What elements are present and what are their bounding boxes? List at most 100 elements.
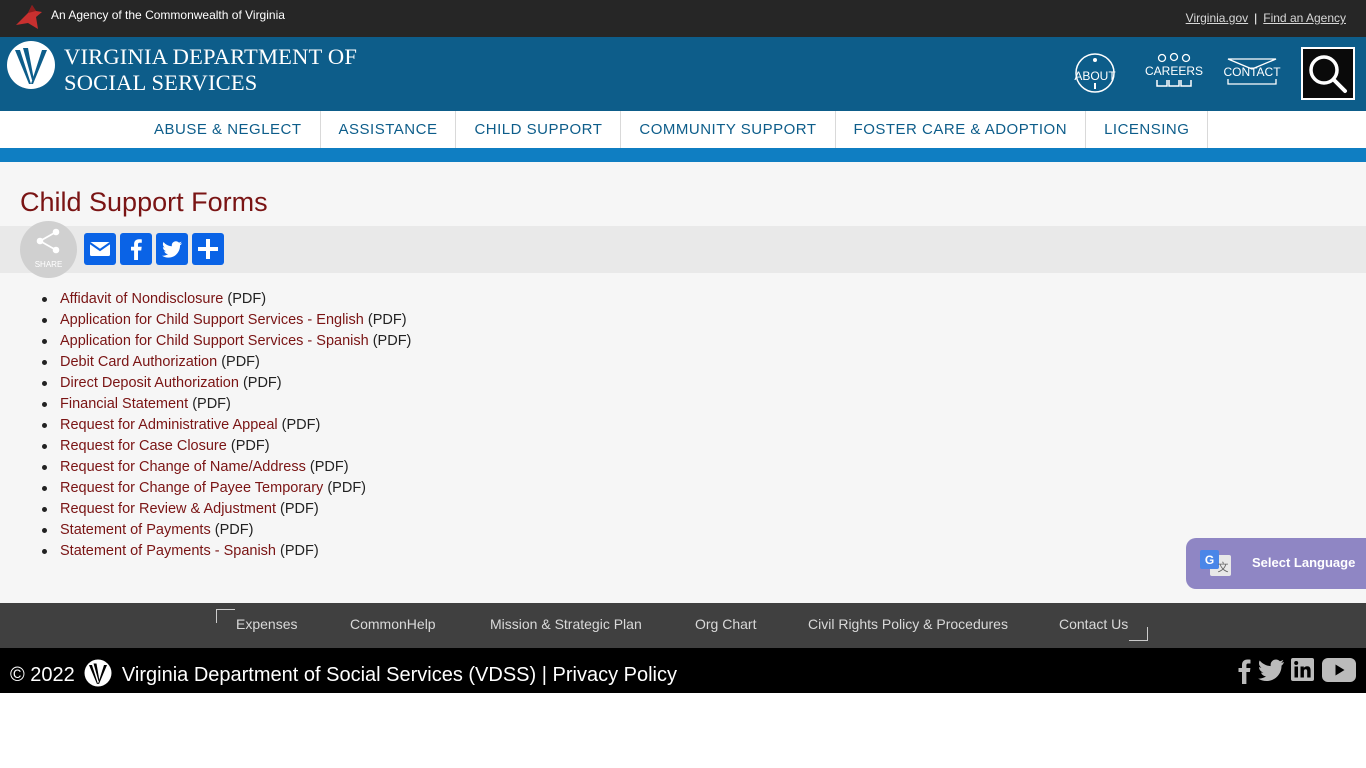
facebook-social-link[interactable] xyxy=(1236,658,1254,689)
main-content: Child Support Forms SHARE Affidavit of N… xyxy=(0,162,1366,603)
list-item: Request for Administrative Appeal (PDF) xyxy=(41,415,411,436)
agency-link-separator: | xyxy=(1254,11,1258,25)
footer-corner-decoration xyxy=(216,609,235,623)
form-link[interactable]: Application for Child Support Services -… xyxy=(60,312,364,328)
agency-text: An Agency of the Commonwealth of Virgini… xyxy=(51,8,285,22)
site-title-line2: SOCIAL SERVICES xyxy=(64,70,258,95)
linkedin-social-link[interactable] xyxy=(1291,658,1314,686)
privacy-policy-link[interactable]: Privacy Policy xyxy=(553,664,677,686)
share-toggle[interactable]: SHARE xyxy=(20,221,77,278)
nav-link-child-support[interactable]: CHILD SUPPORT xyxy=(474,121,602,138)
form-link[interactable]: Request for Change of Name/Address xyxy=(60,459,306,475)
footer-link-contact-us[interactable]: Contact Us xyxy=(1059,616,1128,632)
agency-name: Virginia Department of Social Services (… xyxy=(121,664,537,686)
twitter-icon xyxy=(162,241,182,258)
list-item: Affidavit of Nondisclosure (PDF) xyxy=(41,289,411,310)
file-type: (PDF) xyxy=(280,501,319,517)
search-button[interactable] xyxy=(1301,47,1355,100)
list-item: Direct Deposit Authorization (PDF) xyxy=(41,373,411,394)
form-link[interactable]: Request for Review & Adjustment xyxy=(60,501,276,517)
find-agency-link[interactable]: Find an Agency xyxy=(1263,11,1346,25)
search-icon xyxy=(1309,55,1347,93)
list-item: Statement of Payments - Spanish (PDF) xyxy=(41,541,411,562)
svg-text:文: 文 xyxy=(1218,560,1229,574)
nav-link-community-support[interactable]: COMMUNITY SUPPORT xyxy=(639,121,816,138)
file-type: (PDF) xyxy=(242,375,282,391)
linkedin-icon xyxy=(1291,658,1314,681)
facebook-icon xyxy=(131,239,142,260)
form-link[interactable]: Application for Child Support Services -… xyxy=(60,333,369,349)
form-link[interactable]: Statement of Payments - Spanish xyxy=(60,543,276,559)
form-link[interactable]: Debit Card Authorization xyxy=(60,354,217,370)
footer-link-civil-rights[interactable]: Civil Rights Policy & Procedures xyxy=(808,616,1008,632)
copyright-text: © 2022 Virginia Department of Social Ser… xyxy=(10,659,677,687)
main-navigation: ABUSE & NEGLECT ASSISTANCE CHILD SUPPORT… xyxy=(0,111,1366,148)
google-translate-icon: G 文 xyxy=(1200,550,1231,576)
file-type: (PDF) xyxy=(281,417,321,433)
list-item: Request for Case Closure (PDF) xyxy=(41,436,411,457)
list-item: Debit Card Authorization (PDF) xyxy=(41,352,411,373)
agency-links: Virginia.gov | Find an Agency xyxy=(1186,11,1346,25)
form-link[interactable]: Request for Change of Payee Temporary xyxy=(60,480,323,496)
nav-item-abuse-neglect[interactable]: ABUSE & NEGLECT xyxy=(136,111,321,148)
virginia-gov-link[interactable]: Virginia.gov xyxy=(1186,11,1248,25)
nav-link-foster-care-adoption[interactable]: FOSTER CARE & ADOPTION xyxy=(854,121,1068,138)
agency-bar: An Agency of the Commonwealth of Virgini… xyxy=(0,0,1366,37)
form-link[interactable]: Statement of Payments xyxy=(60,522,211,538)
nav-item-child-support[interactable]: CHILD SUPPORT xyxy=(456,111,622,148)
form-link[interactable]: Request for Administrative Appeal xyxy=(60,417,278,433)
list-item: Application for Child Support Services -… xyxy=(41,331,412,352)
site-header: VIRGINIA DEPARTMENT OF SOCIAL SERVICES A… xyxy=(0,37,1366,111)
form-link[interactable]: Direct Deposit Authorization xyxy=(60,375,239,391)
share-facebook-button[interactable] xyxy=(120,233,152,265)
share-label: SHARE xyxy=(34,260,63,269)
site-title[interactable]: VIRGINIA DEPARTMENT OF SOCIAL SERVICES xyxy=(64,44,357,96)
list-item: Application for Child Support Services -… xyxy=(41,310,411,331)
youtube-social-link[interactable] xyxy=(1322,658,1356,687)
cardinal-logo-icon xyxy=(16,5,42,29)
list-item: Statement of Payments (PDF) xyxy=(41,520,411,541)
twitter-social-link[interactable] xyxy=(1258,658,1285,687)
share-email-button[interactable] xyxy=(84,233,116,265)
list-item: Request for Change of Name/Address (PDF) xyxy=(41,457,411,478)
nav-link-assistance[interactable]: ASSISTANCE xyxy=(339,121,438,138)
footer-link-expenses[interactable]: Expenses xyxy=(236,616,297,632)
file-type: (PDF) xyxy=(327,480,367,496)
footer-link-mission[interactable]: Mission & Strategic Plan xyxy=(490,616,642,632)
form-link[interactable]: Request for Case Closure xyxy=(60,438,227,454)
file-type: (PDF) xyxy=(280,543,319,559)
share-twitter-button[interactable] xyxy=(156,233,188,265)
file-type: (PDF) xyxy=(214,522,254,538)
select-language-widget[interactable]: G 文 Select Language xyxy=(1186,538,1366,589)
footer-link-org-chart[interactable]: Org Chart xyxy=(695,616,756,632)
nav-item-assistance[interactable]: ASSISTANCE xyxy=(321,111,457,148)
file-type: (PDF) xyxy=(227,291,267,307)
page-title: Child Support Forms xyxy=(20,187,268,217)
copyright-year: © 2022 xyxy=(10,664,75,686)
nav-item-foster-care-adoption[interactable]: FOSTER CARE & ADOPTION xyxy=(836,111,1087,148)
list-item: Request for Review & Adjustment (PDF) xyxy=(41,499,411,520)
form-link[interactable]: Financial Statement xyxy=(60,396,188,412)
form-link[interactable]: Affidavit of Nondisclosure xyxy=(60,291,223,307)
contact-label: CONTACT xyxy=(1223,65,1281,79)
share-more-button[interactable] xyxy=(192,233,224,265)
share-icon xyxy=(36,228,60,254)
contact-link[interactable]: CONTACT xyxy=(1221,58,1283,85)
youtube-icon xyxy=(1322,658,1356,682)
forms-list: Affidavit of Nondisclosure (PDF) Applica… xyxy=(41,289,412,562)
svg-text:G: G xyxy=(1205,553,1214,567)
file-type: (PDF) xyxy=(192,396,231,412)
copyright-pipe: | xyxy=(541,664,547,686)
nav-item-community-support[interactable]: COMMUNITY SUPPORT xyxy=(621,111,836,148)
careers-link[interactable]: CAREERS xyxy=(1144,52,1204,87)
vdss-logo-icon[interactable] xyxy=(6,40,56,90)
file-type: (PDF) xyxy=(372,333,412,349)
plus-icon xyxy=(198,239,218,259)
about-label: ABOUT xyxy=(1074,69,1116,83)
list-item: Request for Change of Payee Temporary (P… xyxy=(41,478,411,499)
nav-item-licensing[interactable]: LICENSING xyxy=(1086,111,1209,148)
about-link[interactable]: ABOUT xyxy=(1072,53,1118,93)
footer-link-commonhelp[interactable]: CommonHelp xyxy=(350,616,436,632)
nav-link-abuse-neglect[interactable]: ABUSE & NEGLECT xyxy=(154,121,302,138)
nav-link-licensing[interactable]: LICENSING xyxy=(1104,121,1189,138)
